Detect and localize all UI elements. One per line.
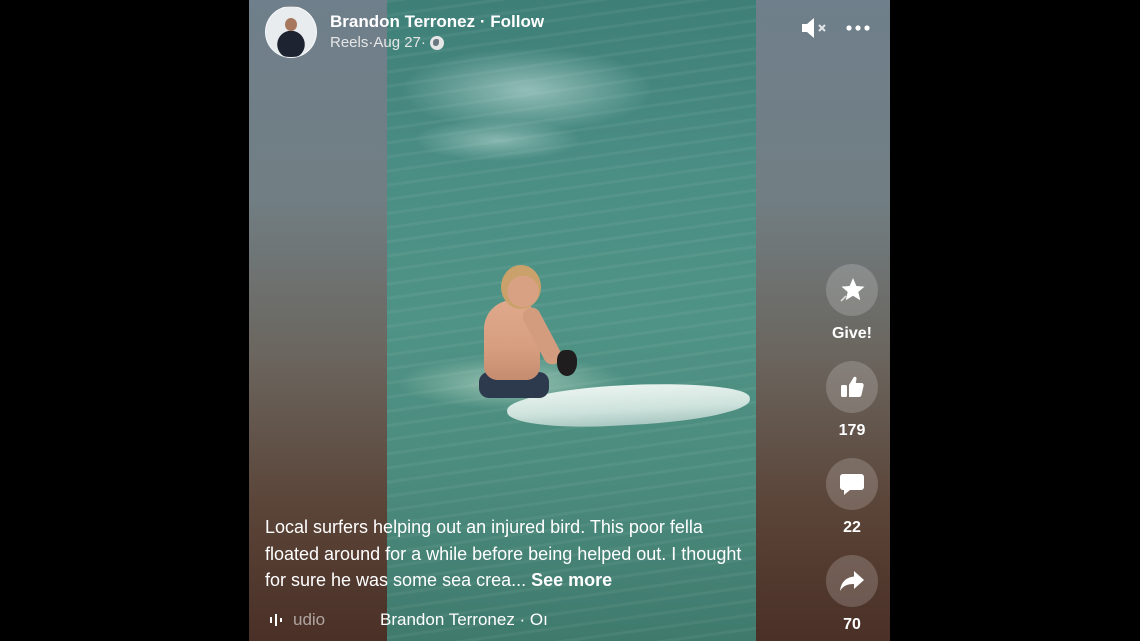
sub-separator-2: · xyxy=(420,34,426,51)
audio-bars-icon xyxy=(269,613,285,627)
injured-bird xyxy=(557,350,577,376)
surfer-head xyxy=(501,265,541,309)
author-avatar[interactable] xyxy=(265,6,317,58)
globe-icon xyxy=(429,36,444,50)
give-action: Give! xyxy=(826,264,878,345)
page-background: Brandon Terronez · Follow Reels · Aug 27… xyxy=(0,0,1140,641)
comment-action: 22 xyxy=(826,458,878,539)
more-dots-icon xyxy=(846,25,870,31)
speaker-muted-icon xyxy=(802,18,826,38)
author-name[interactable]: Brandon Terronez xyxy=(330,12,475,31)
share-button[interactable] xyxy=(826,555,878,607)
reel-player[interactable]: Brandon Terronez · Follow Reels · Aug 27… xyxy=(249,0,890,641)
like-action: 179 xyxy=(826,361,878,442)
star-icon xyxy=(840,278,865,302)
action-bar: Give! 179 22 70 xyxy=(826,264,878,641)
comment-bubble-icon xyxy=(840,474,864,495)
audio-title[interactable]: Brandon Terronez · Oı xyxy=(380,608,570,632)
top-controls xyxy=(800,16,870,40)
name-separator: · xyxy=(475,12,491,31)
more-options-button[interactable] xyxy=(846,24,870,32)
mute-button[interactable] xyxy=(800,16,830,40)
give-button[interactable] xyxy=(826,264,878,316)
post-meta: Brandon Terronez · Follow Reels · Aug 27… xyxy=(330,11,544,53)
share-count: 70 xyxy=(843,616,861,633)
post-caption: Local surfers helping out an injured bir… xyxy=(265,514,755,594)
share-action: 70 xyxy=(826,555,878,636)
comment-button[interactable] xyxy=(826,458,878,510)
thumbs-up-icon xyxy=(841,376,864,397)
comment-count: 22 xyxy=(843,519,861,536)
like-button[interactable] xyxy=(826,361,878,413)
post-header: Brandon Terronez · Follow Reels · Aug 27… xyxy=(265,6,544,58)
like-count: 179 xyxy=(838,422,866,439)
audio-label: udio xyxy=(293,610,326,629)
post-date[interactable]: Aug 27 xyxy=(373,33,421,53)
caption-text: Local surfers helping out an injured bir… xyxy=(265,517,742,590)
see-more-link[interactable]: See more xyxy=(531,570,612,590)
give-label: Give! xyxy=(831,325,872,342)
follow-button[interactable]: Follow xyxy=(490,12,544,31)
author-line: Brandon Terronez · Follow xyxy=(330,11,544,33)
share-arrow-icon xyxy=(840,571,864,591)
post-subline: Reels · Aug 27 · xyxy=(330,33,544,53)
source-label[interactable]: Reels xyxy=(330,33,368,53)
